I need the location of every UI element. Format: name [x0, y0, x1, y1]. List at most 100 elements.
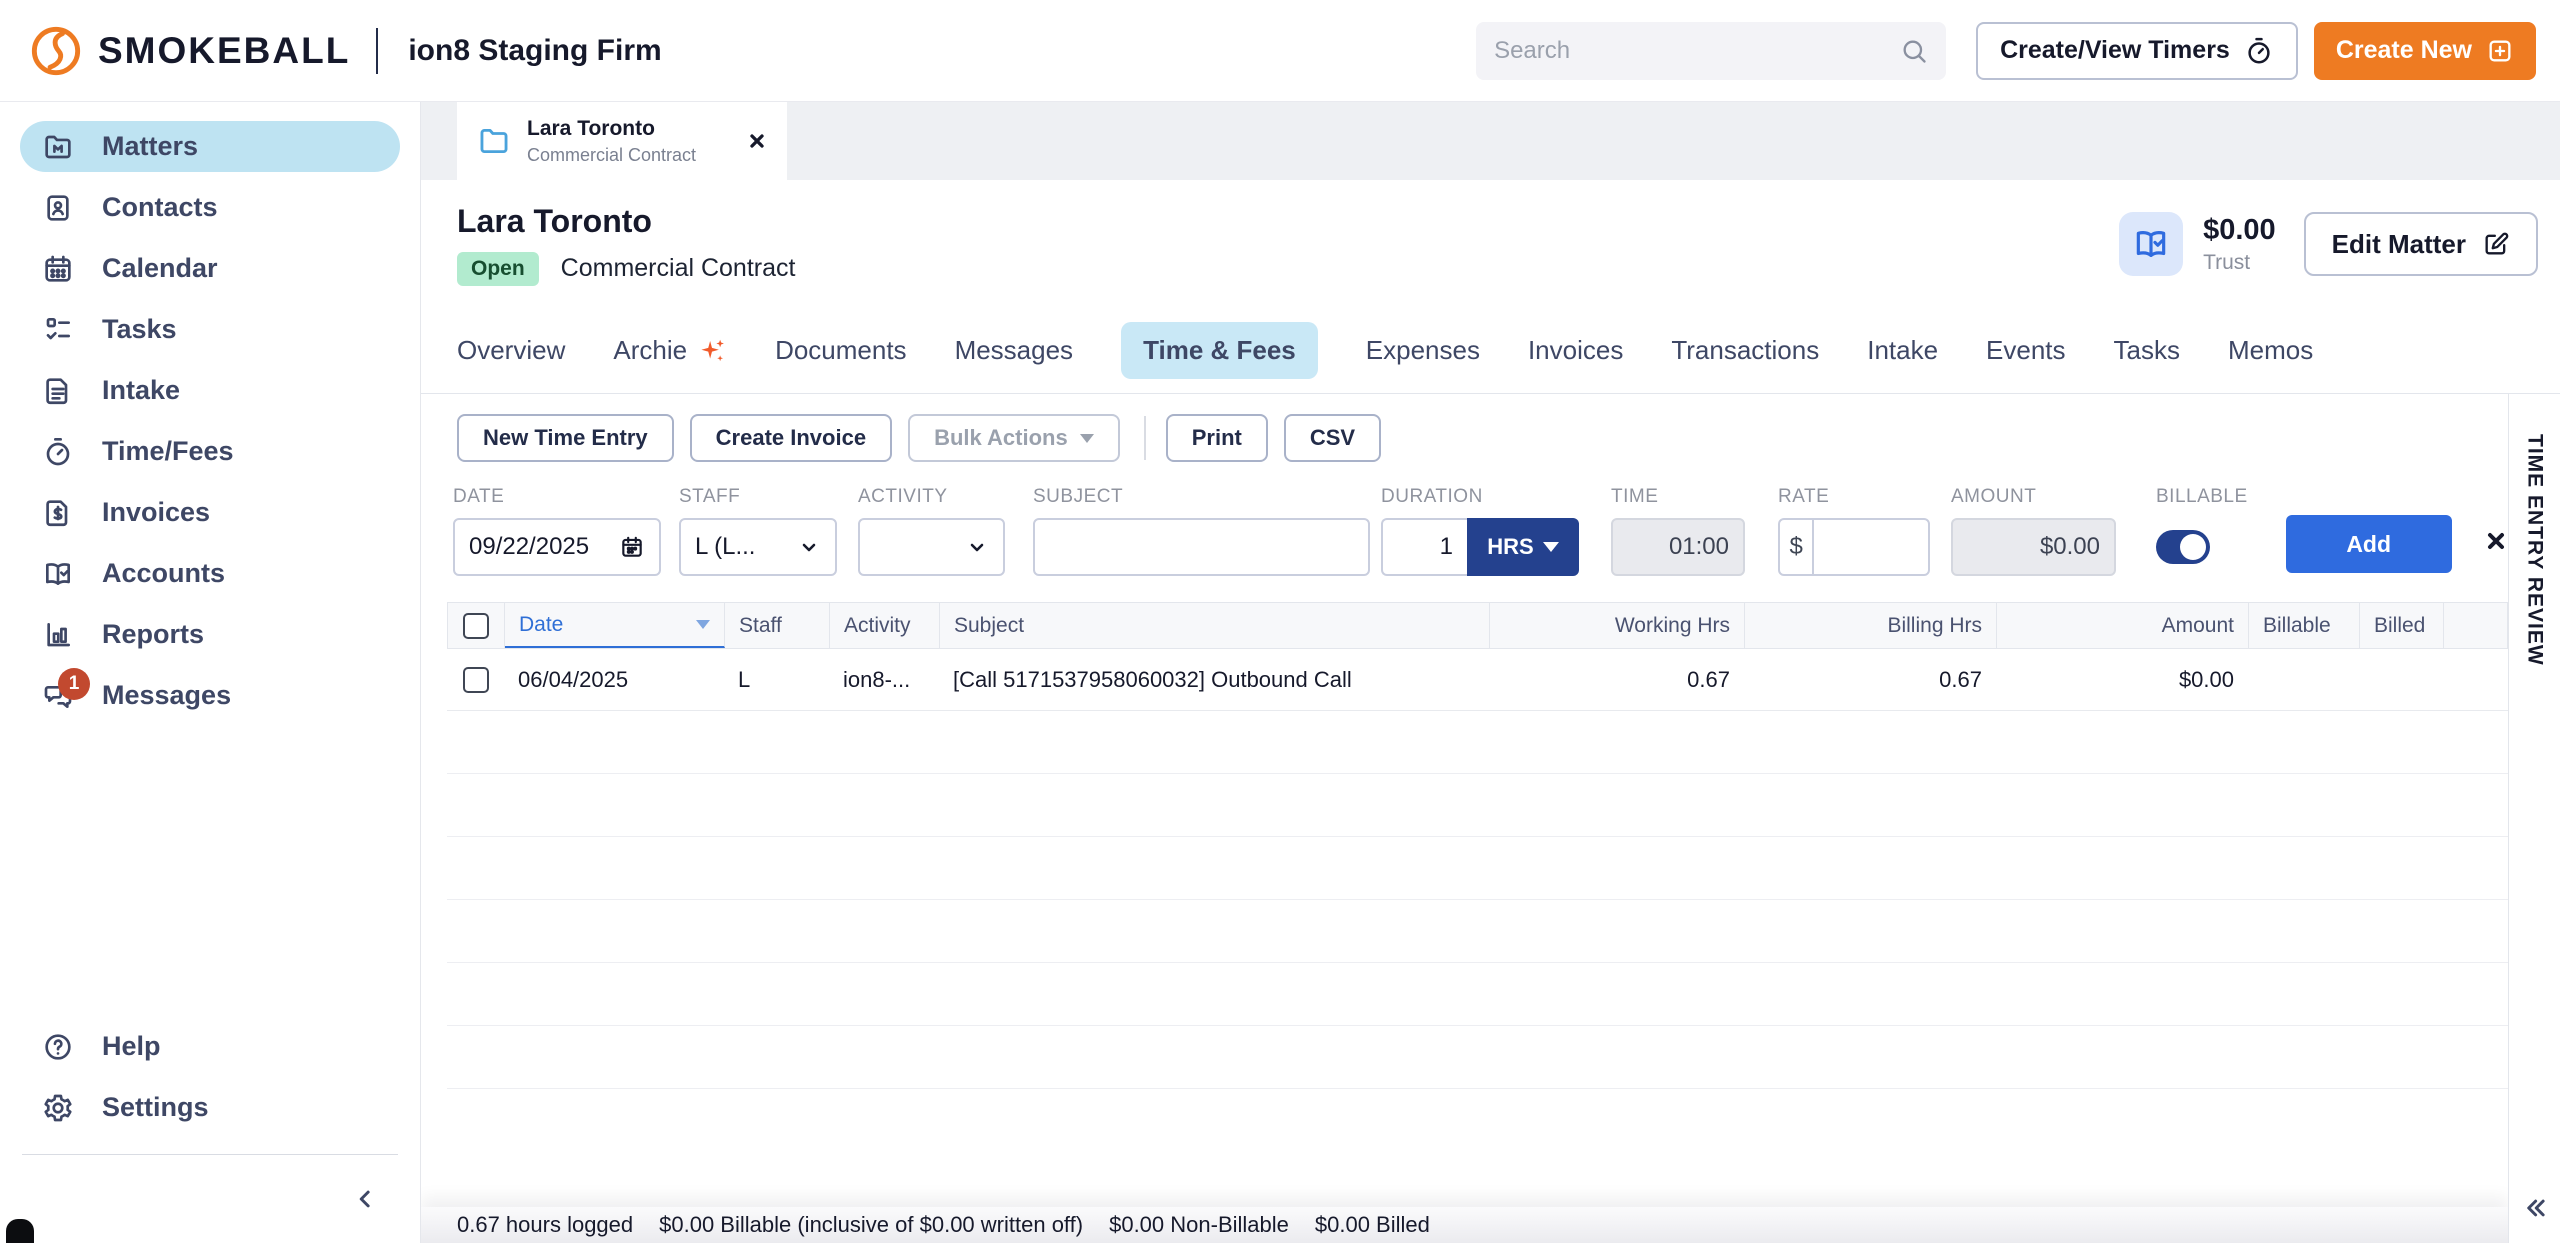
tab-tasks[interactable]: Tasks [2114, 335, 2180, 366]
edit-matter-button[interactable]: Edit Matter [2304, 212, 2538, 276]
print-button[interactable]: Print [1166, 414, 1268, 462]
sidebar-item-time-fees[interactable]: Time/Fees [0, 421, 420, 482]
sidebar-item-messages[interactable]: 1 Messages [0, 665, 420, 726]
add-time-entry-button[interactable]: Add [2286, 515, 2452, 573]
column-header-billable[interactable]: Billable [2249, 603, 2360, 648]
matter-tab-name: Lara Toronto [527, 117, 696, 141]
new-time-entry-button[interactable]: New Time Entry [457, 414, 674, 462]
sidebar-item-contacts[interactable]: Contacts [0, 177, 420, 238]
column-header-activity[interactable]: Activity [830, 603, 940, 648]
column-header-amount[interactable]: Amount [1997, 603, 2249, 648]
date-field[interactable] [453, 518, 661, 576]
row-checkbox[interactable] [463, 667, 489, 693]
subject-field[interactable] [1033, 518, 1370, 576]
cell-amount: $0.00 [1996, 667, 2248, 693]
empty-table-row [447, 711, 2508, 774]
column-header-working-hrs[interactable]: Working Hrs [1490, 603, 1745, 648]
close-matter-tab-button[interactable] [747, 131, 767, 151]
contacts-icon [42, 192, 74, 224]
tasks-checklist-icon [42, 314, 74, 346]
tab-memos[interactable]: Memos [2228, 335, 2313, 366]
sidebar-item-intake[interactable]: Intake [0, 360, 420, 421]
tab-events[interactable]: Events [1986, 335, 2066, 366]
tab-documents[interactable]: Documents [775, 335, 907, 366]
sidebar-item-accounts[interactable]: Accounts [0, 543, 420, 604]
search-input[interactable] [1494, 37, 1900, 65]
collapse-sidebar-button[interactable] [350, 1184, 380, 1214]
calendar-icon[interactable] [619, 534, 645, 560]
staff-select[interactable]: L (L... [679, 518, 837, 576]
matter-title: Lara Toronto [457, 203, 795, 240]
column-header-billing-hrs[interactable]: Billing Hrs [1745, 603, 1997, 648]
smokeball-logo[interactable]: SMOKEBALL [30, 25, 350, 77]
messages-icon: 1 [42, 680, 74, 712]
time-label: TIME [1611, 486, 1745, 508]
matter-status-badge: Open [457, 252, 539, 286]
toggle-knob [2180, 534, 2206, 560]
create-new-button[interactable]: Create New [2314, 22, 2536, 80]
main-content: Lara Toronto Commercial Contract Lara To… [421, 102, 2560, 1243]
duration-input[interactable] [1383, 533, 1467, 561]
column-header-billed[interactable]: Billed [2360, 603, 2444, 648]
close-entry-form-button[interactable] [2484, 528, 2508, 554]
duration-field[interactable] [1381, 518, 1467, 576]
sidebar-item-matters[interactable]: Matters [20, 121, 400, 172]
rate-input[interactable] [1814, 533, 1928, 561]
sidebar-item-reports[interactable]: Reports [0, 604, 420, 665]
date-input[interactable] [469, 533, 611, 561]
sidebar-item-calendar[interactable]: Calendar [0, 238, 420, 299]
tab-time-and-fees[interactable]: Time & Fees [1121, 322, 1318, 379]
trust-amount: $0.00 [2203, 214, 2276, 247]
matter-tab[interactable]: Lara Toronto Commercial Contract [457, 102, 787, 180]
tab-transactions[interactable]: Transactions [1671, 335, 1819, 366]
time-entries-summary-bar: 0.67 hours logged $0.00 Billable (inclus… [421, 1207, 2508, 1243]
table-row[interactable]: 06/04/2025 L ion8-... [Call 517153795806… [447, 649, 2508, 711]
column-header-subject[interactable]: Subject [940, 603, 1490, 648]
empty-table-row [447, 900, 2508, 963]
timers-button-label: Create/View Timers [2000, 36, 2230, 65]
billable-toggle[interactable] [2156, 530, 2210, 564]
bulk-actions-button[interactable]: Bulk Actions [908, 414, 1120, 462]
activity-select[interactable] [858, 518, 1005, 576]
select-all-checkbox[interactable] [463, 613, 489, 639]
sidebar-item-invoices[interactable]: Invoices [0, 482, 420, 543]
cell-staff: L [724, 667, 829, 693]
duration-unit-button[interactable]: HRS [1467, 518, 1579, 576]
tab-messages[interactable]: Messages [955, 335, 1074, 366]
subject-input[interactable] [1049, 533, 1354, 561]
duration-label: DURATION [1381, 486, 1579, 508]
cell-activity: ion8-... [829, 667, 939, 693]
rate-field[interactable]: $ [1778, 518, 1930, 576]
sidebar-item-label: Calendar [102, 253, 218, 284]
tab-archie[interactable]: Archie [613, 335, 727, 366]
folder-icon [477, 124, 511, 158]
time-entry-review-panel: TIME ENTRY REVIEW [2508, 394, 2560, 1243]
tab-expenses[interactable]: Expenses [1366, 335, 1480, 366]
sidebar-item-settings[interactable]: Settings [0, 1077, 420, 1138]
sidebar: Matters Contacts Calendar Tasks [0, 102, 421, 1243]
expand-review-panel-button[interactable] [2520, 1193, 2550, 1223]
time-fees-toolbar: New Time Entry Create Invoice Bulk Actio… [421, 394, 2508, 482]
chevron-down-icon [965, 535, 989, 559]
global-search[interactable] [1476, 22, 1946, 80]
csv-label: CSV [1310, 425, 1355, 451]
trust-summary[interactable]: $0.00 Trust [2119, 212, 2276, 276]
create-invoice-button[interactable]: Create Invoice [690, 414, 892, 462]
sidebar-item-label: Reports [102, 619, 204, 650]
messages-unread-badge: 1 [58, 668, 90, 700]
time-entry-form: DATE STAFF L (L... [421, 486, 2508, 576]
sidebar-item-label: Messages [102, 680, 231, 711]
column-header-staff[interactable]: Staff [725, 603, 830, 648]
csv-button[interactable]: CSV [1284, 414, 1381, 462]
intake-document-icon [42, 375, 74, 407]
tab-invoices[interactable]: Invoices [1528, 335, 1623, 366]
create-view-timers-button[interactable]: Create/View Timers [1976, 22, 2298, 80]
sidebar-item-tasks[interactable]: Tasks [0, 299, 420, 360]
column-header-date[interactable]: Date [505, 603, 725, 648]
cell-billing-hrs: 0.67 [1744, 667, 1996, 693]
sidebar-item-help[interactable]: Help [0, 1016, 420, 1077]
toolbar-divider [1144, 416, 1146, 460]
tab-overview[interactable]: Overview [457, 335, 565, 366]
tab-intake[interactable]: Intake [1867, 335, 1938, 366]
tab-archie-label: Archie [613, 335, 687, 366]
